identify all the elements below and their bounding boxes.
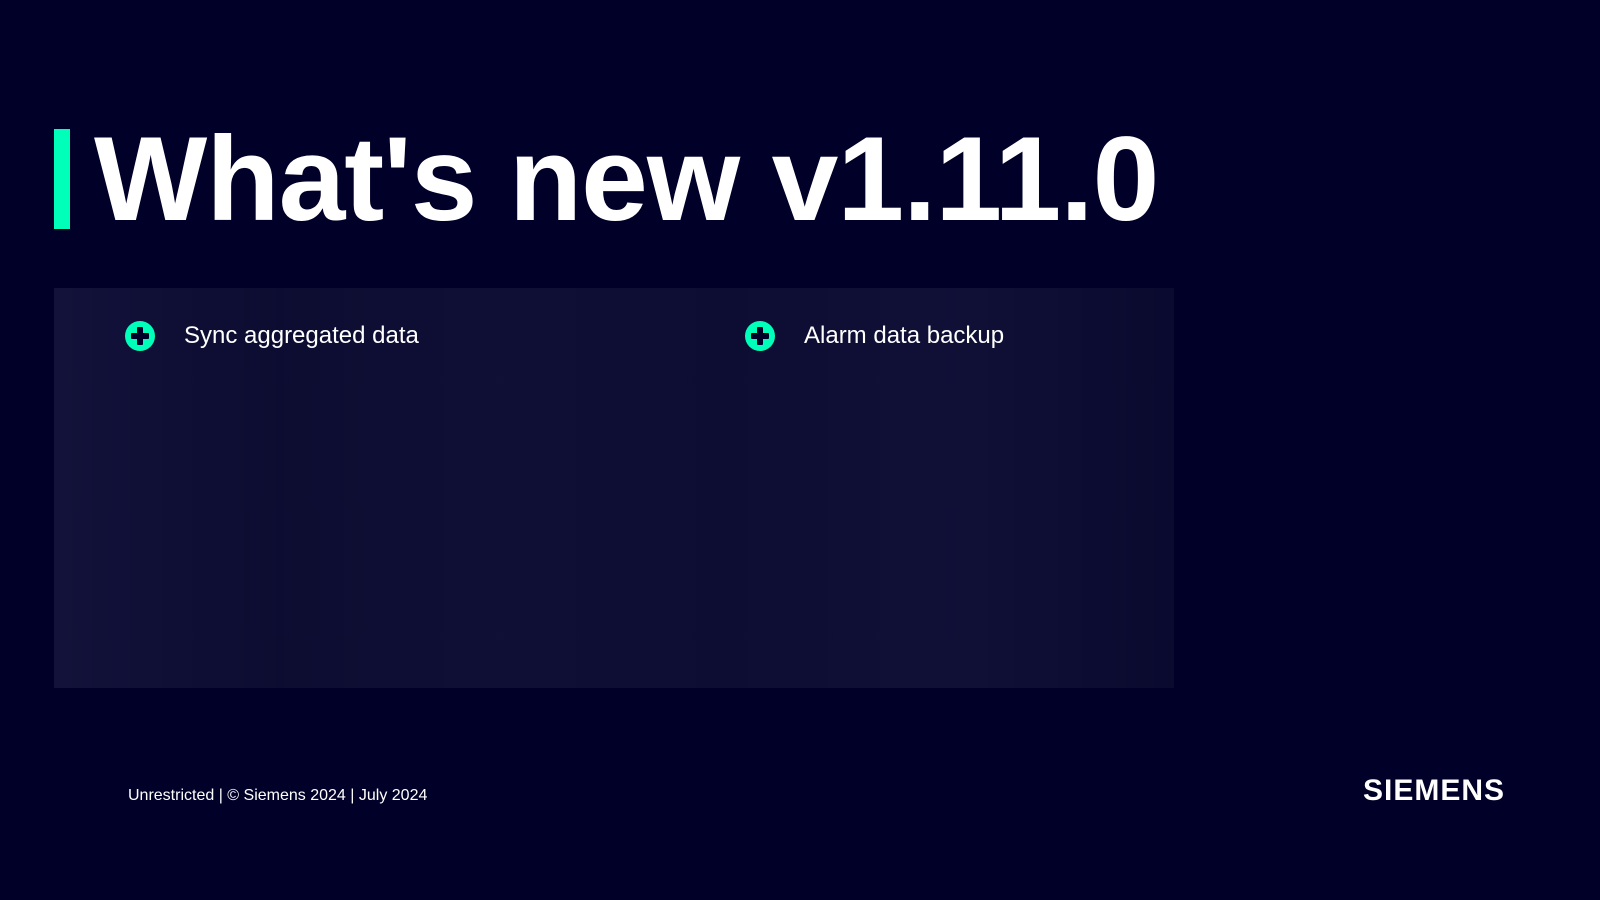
title-container: What's new v1.11.0 bbox=[54, 110, 1158, 248]
page-title: What's new v1.11.0 bbox=[94, 110, 1158, 248]
title-accent-bar bbox=[54, 129, 70, 229]
feature-label: Alarm data backup bbox=[804, 322, 1004, 350]
plus-circle-icon bbox=[744, 320, 776, 352]
brand-logo: SIEMENS bbox=[1363, 774, 1505, 808]
plus-circle-icon bbox=[124, 320, 156, 352]
footer-copyright: Unrestricted | © Siemens 2024 | July 202… bbox=[128, 787, 427, 805]
content-panel: Sync aggregated data Alarm data backup bbox=[54, 288, 1174, 688]
feature-label: Sync aggregated data bbox=[184, 322, 419, 350]
feature-item: Sync aggregated data bbox=[124, 320, 419, 352]
feature-item: Alarm data backup bbox=[744, 320, 1004, 352]
